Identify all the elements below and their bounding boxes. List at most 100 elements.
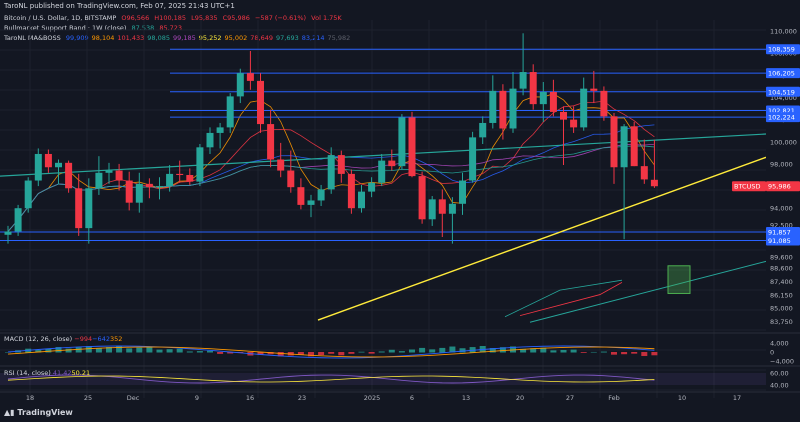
macd-axis-tick: 0 bbox=[770, 349, 774, 357]
time-axis-tick: 2025 bbox=[364, 394, 381, 402]
macd-histogram-bar bbox=[590, 351, 597, 353]
price-axis-tick: 94,000 bbox=[770, 205, 793, 213]
candle-body bbox=[539, 91, 547, 105]
candle-body bbox=[408, 117, 416, 177]
candle-body bbox=[186, 175, 194, 182]
macd-value: −994 bbox=[74, 335, 93, 343]
time-axis-tick: 17 bbox=[733, 394, 741, 402]
candle-body bbox=[337, 155, 345, 174]
price-badge-label: 91,857 bbox=[768, 228, 791, 236]
macd-histogram-bar bbox=[651, 352, 658, 356]
macd-histogram-bar bbox=[196, 351, 203, 353]
candle-body bbox=[368, 182, 376, 192]
macd-histogram-bar bbox=[126, 348, 133, 353]
price-axis-background bbox=[766, 0, 800, 398]
time-axis-tick: Feb bbox=[608, 394, 620, 402]
tradingview-logo-text: TradingView bbox=[17, 408, 73, 417]
time-axis-tick: 27 bbox=[566, 394, 574, 402]
macd-histogram-bar bbox=[368, 352, 375, 354]
candle-body bbox=[327, 155, 335, 190]
candle-body bbox=[529, 72, 537, 105]
macd-histogram-bar bbox=[398, 351, 405, 353]
time-axis-tick: 25 bbox=[84, 394, 92, 402]
projection-path bbox=[519, 282, 623, 316]
tradingview-logo-icon: ▲▮ bbox=[4, 408, 15, 417]
time-axis-tick: 13 bbox=[462, 394, 470, 402]
macd-histogram-bar bbox=[166, 349, 173, 353]
macd-histogram-bar bbox=[207, 350, 213, 353]
price-axis-tick: 83,750 bbox=[770, 318, 793, 326]
candle-body bbox=[650, 179, 658, 187]
macd-label: MACD (12, 26, close) bbox=[4, 335, 73, 343]
candle-body bbox=[388, 160, 396, 167]
price-badge-label: 102,224 bbox=[768, 114, 795, 122]
candle-body bbox=[459, 180, 466, 204]
macd-values: −994−642352 bbox=[74, 335, 122, 343]
macd-legend[interactable]: MACD (12, 26, close) −994−642352 bbox=[4, 335, 122, 343]
time-axis-tick: 23 bbox=[298, 394, 306, 402]
candle-body bbox=[85, 188, 93, 229]
projection-path bbox=[504, 279, 623, 318]
macd-histogram-bar bbox=[631, 352, 638, 354]
macd-histogram-bar bbox=[429, 349, 436, 353]
macd-histogram-bar bbox=[641, 352, 648, 357]
time-axis-tick: 18 bbox=[26, 394, 34, 402]
macd-histogram-bar bbox=[621, 352, 628, 355]
price-axis-tick: 110,000 bbox=[770, 28, 797, 36]
time-axis-tick: Dec bbox=[127, 394, 140, 402]
candle-body bbox=[398, 117, 406, 167]
candle-body bbox=[499, 90, 507, 129]
candle-body bbox=[95, 172, 103, 189]
macd-histogram-bar bbox=[338, 352, 345, 356]
candle-body bbox=[620, 126, 628, 168]
candle-body bbox=[347, 173, 355, 209]
candle-body bbox=[640, 166, 648, 180]
candle-body bbox=[34, 153, 42, 181]
candle-body bbox=[166, 173, 174, 187]
rsi-band bbox=[0, 373, 766, 385]
candle-body bbox=[297, 187, 305, 205]
rsi-legend[interactable]: RSI (14, close) 41.4250.21 bbox=[4, 369, 90, 377]
candle-body bbox=[560, 111, 567, 120]
macd-histogram-bar bbox=[348, 352, 355, 354]
macd-histogram-bar bbox=[136, 347, 143, 353]
price-badge-label: BTCUSD bbox=[734, 183, 760, 191]
candle-body bbox=[479, 122, 487, 138]
candle-body bbox=[519, 72, 527, 89]
candle-body bbox=[438, 199, 446, 214]
macd-histogram-bar bbox=[409, 349, 415, 353]
price-axis-tick: 88,600 bbox=[770, 265, 793, 273]
candle-body bbox=[448, 203, 456, 214]
macd-value: −642 bbox=[92, 335, 110, 343]
rsi-values: 41.4250.21 bbox=[53, 369, 90, 377]
price-chart[interactable]: 110,000108,000106,000104,000102,000100,0… bbox=[0, 0, 800, 422]
candle-body bbox=[24, 180, 32, 209]
candle-body bbox=[4, 231, 12, 235]
candle-body bbox=[428, 199, 436, 220]
candle-body bbox=[489, 90, 497, 123]
price-axis-tick: 86,150 bbox=[770, 292, 793, 300]
price-badge-label: 106,205 bbox=[768, 70, 795, 78]
macd-histogram-bar bbox=[611, 352, 617, 355]
macd-value: 352 bbox=[109, 335, 123, 343]
candle-body bbox=[115, 170, 123, 181]
candle-body bbox=[600, 90, 608, 117]
candle-body bbox=[358, 191, 365, 209]
macd-histogram-bar bbox=[146, 347, 153, 353]
candle-body bbox=[216, 127, 224, 133]
time-axis-tick: 16 bbox=[246, 394, 254, 402]
time-axis-tick: 20 bbox=[516, 394, 524, 402]
candle-body bbox=[590, 88, 598, 91]
time-axis-tick: 9 bbox=[195, 394, 199, 402]
candle-body bbox=[610, 116, 618, 168]
time-axis-tick: 10 bbox=[678, 394, 686, 402]
macd-histogram-bar bbox=[176, 348, 183, 353]
macd-histogram-bar bbox=[186, 351, 193, 353]
macd-axis-tick: 4,000 bbox=[770, 340, 789, 348]
candle-body bbox=[307, 200, 315, 205]
candle-body bbox=[378, 160, 386, 183]
time-axis-tick: 6 bbox=[410, 394, 414, 402]
tradingview-logo[interactable]: ▲▮ TradingView bbox=[4, 408, 73, 417]
macd-histogram-bar bbox=[439, 347, 446, 353]
price-badge-label: 108,359 bbox=[768, 46, 795, 54]
